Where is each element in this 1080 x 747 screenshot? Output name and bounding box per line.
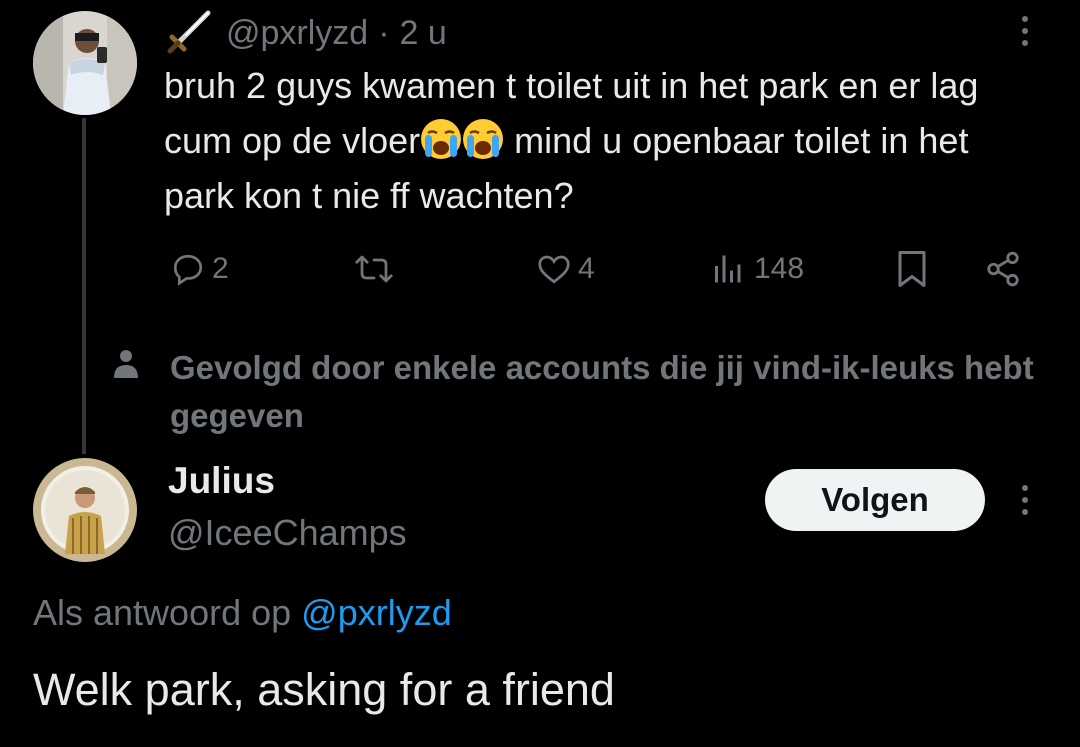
reply-icon <box>173 254 203 286</box>
follow-button[interactable]: Volgen <box>765 469 985 531</box>
view-count: 148 <box>754 252 805 285</box>
heart-icon <box>538 255 570 284</box>
tweet-thread-screen: @pxrlyzd · 2 u bruh 2 guys kwamen t toil… <box>0 0 1080 747</box>
tweet-author-handle[interactable]: @pxrlyzd <box>226 14 368 53</box>
analytics-icon <box>715 255 741 283</box>
bookmark-button[interactable] <box>894 244 930 294</box>
tweet-text: bruh 2 guys kwamen t toilet uit in het p… <box>164 58 1044 223</box>
loudly-crying-face-emoji-icon <box>461 117 505 161</box>
share-button[interactable] <box>984 244 1022 294</box>
more-options-icon[interactable] <box>1020 485 1030 515</box>
share-icon <box>987 251 1019 287</box>
like-count: 4 <box>578 252 595 285</box>
tweet-actions-bar: 2 4 148 <box>0 244 1080 294</box>
loudly-crying-face-emoji-icon <box>419 117 463 161</box>
reply-tweet-text: Welk park, asking for a friend <box>33 664 615 715</box>
user-display-name[interactable]: Julius <box>168 460 275 502</box>
user-handle[interactable]: @IceeChamps <box>168 512 407 554</box>
tweet-separator: · <box>378 13 390 52</box>
retweet-icon <box>355 255 393 283</box>
reply-count: 2 <box>212 252 229 285</box>
views-button[interactable]: 148 <box>712 244 804 294</box>
dagger-emoji-icon <box>164 7 216 59</box>
avatar-iceechamps[interactable] <box>33 458 137 562</box>
reply-context-prefix: Als antwoord op <box>33 592 302 633</box>
social-context-text[interactable]: Gevolgd door enkele accounts die jij vin… <box>170 344 1070 440</box>
reply-button[interactable]: 2 <box>170 244 229 294</box>
reply-mention-link[interactable]: @pxrlyzd <box>301 592 452 633</box>
retweet-button[interactable] <box>354 244 400 294</box>
reply-context: Als antwoord op @pxrlyzd <box>33 592 452 634</box>
tweet-timestamp[interactable]: 2 u <box>400 14 447 53</box>
like-button[interactable]: 4 <box>536 244 595 294</box>
avatar-pxrlyzd[interactable] <box>33 11 137 115</box>
tweet-header: @pxrlyzd · 2 u <box>164 8 447 58</box>
person-icon <box>114 350 138 378</box>
bookmark-icon <box>898 251 926 287</box>
more-options-icon[interactable] <box>1020 16 1030 46</box>
